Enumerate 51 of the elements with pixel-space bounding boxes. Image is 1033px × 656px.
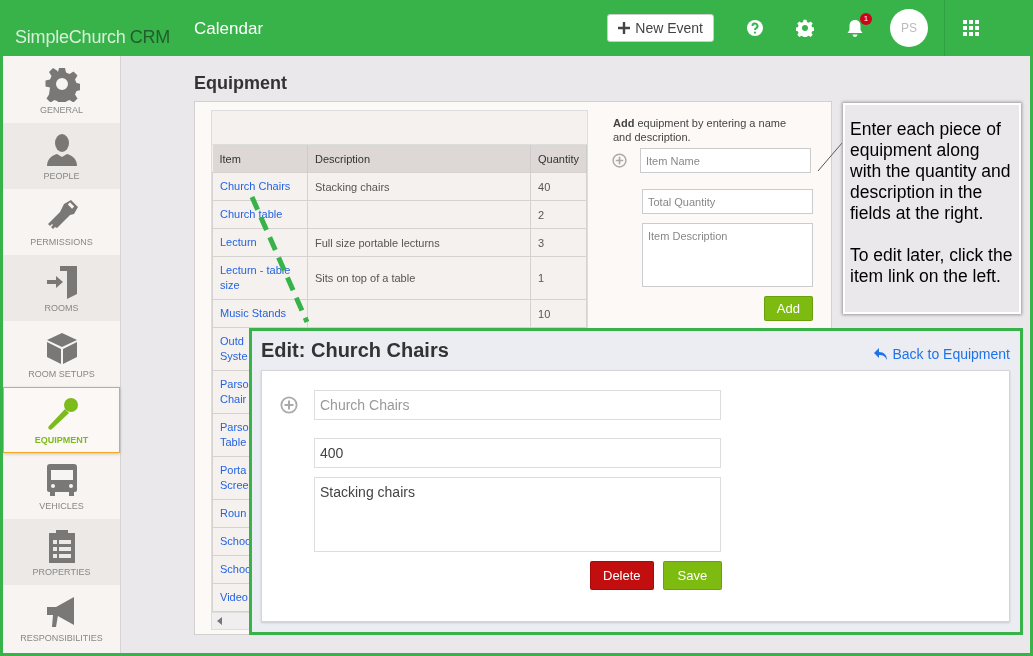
sidebar-item[interactable]: ROOMS xyxy=(3,255,120,321)
table-cell: Stacking chairs xyxy=(315,180,390,193)
add-circle-icon[interactable] xyxy=(612,153,627,168)
table-cell: 40 xyxy=(538,180,551,193)
help-icon[interactable] xyxy=(746,19,764,37)
reply-arrow-icon xyxy=(874,347,888,360)
gear-icon xyxy=(43,65,80,102)
leader-line xyxy=(817,142,843,172)
sidebar-item[interactable]: PROPERTIES xyxy=(3,519,120,585)
total-quantity-field[interactable]: Total Quantity xyxy=(642,189,813,214)
column-header: Description xyxy=(307,145,531,173)
item-link[interactable]: Video xyxy=(220,590,248,605)
settings-icon[interactable] xyxy=(796,19,814,37)
page-heading: Equipment xyxy=(194,73,288,94)
table-cell: 1 xyxy=(538,272,545,284)
item-link[interactable]: Outd Syste xyxy=(220,334,248,364)
item-name-field[interactable]: Church Chairs xyxy=(314,390,721,420)
quantity-field[interactable]: 400 xyxy=(314,438,721,468)
notification-badge: 1 xyxy=(860,12,872,25)
sidebar-item[interactable]: ROOM SETUPS xyxy=(3,321,120,387)
edit-heading: Edit: Church Chairs xyxy=(261,339,449,362)
delete-button[interactable]: Delete xyxy=(590,561,654,590)
column-header: Item xyxy=(212,145,308,173)
add-instructions: Add equipment by entering a name and description. xyxy=(613,116,788,144)
add-circle-icon[interactable] xyxy=(280,396,298,414)
table-cell: Full size portable lecturns xyxy=(315,236,440,249)
sidebar-item[interactable]: VEHICLES xyxy=(3,453,120,519)
sidebar-item[interactable]: GENERAL xyxy=(3,57,120,123)
column-header: Quantity xyxy=(530,145,587,173)
table-cell: 2 xyxy=(538,208,545,221)
callout-text: To edit later, click the item link on the left. xyxy=(850,245,1014,287)
new-event-button[interactable]: New Event xyxy=(607,14,714,42)
item-description-field[interactable]: Item Description xyxy=(642,223,813,287)
description-field[interactable]: Stacking chairs xyxy=(314,477,721,552)
page-title: Calendar xyxy=(194,19,264,39)
sidebar-item[interactable]: PEOPLE xyxy=(3,123,120,189)
table-cell: Sits on top of a table xyxy=(315,272,416,284)
sidebar-item[interactable]: RESPONSIBILITIES xyxy=(3,585,120,651)
item-link[interactable]: Lecturn xyxy=(220,235,257,250)
scroll-left-icon[interactable] xyxy=(217,617,223,625)
plus-icon xyxy=(618,22,631,34)
item-name-field[interactable]: Item Name xyxy=(640,148,811,173)
table-cell: 10 xyxy=(538,307,551,320)
item-link[interactable]: Roun xyxy=(220,506,247,521)
callout-text: Enter each piece of equipment along with the quantity and description in the fields at the right. xyxy=(850,119,1012,224)
notification-bell-icon[interactable] xyxy=(846,18,864,38)
brand-logo[interactable]: SimpleChurch CRM xyxy=(15,26,171,48)
apps-grid-icon[interactable] xyxy=(963,20,979,36)
back-link[interactable]: Back to Equipment xyxy=(874,345,1010,362)
table-cell: 3 xyxy=(538,236,545,249)
sidebar-item[interactable]: PERMISSIONS xyxy=(3,189,120,255)
